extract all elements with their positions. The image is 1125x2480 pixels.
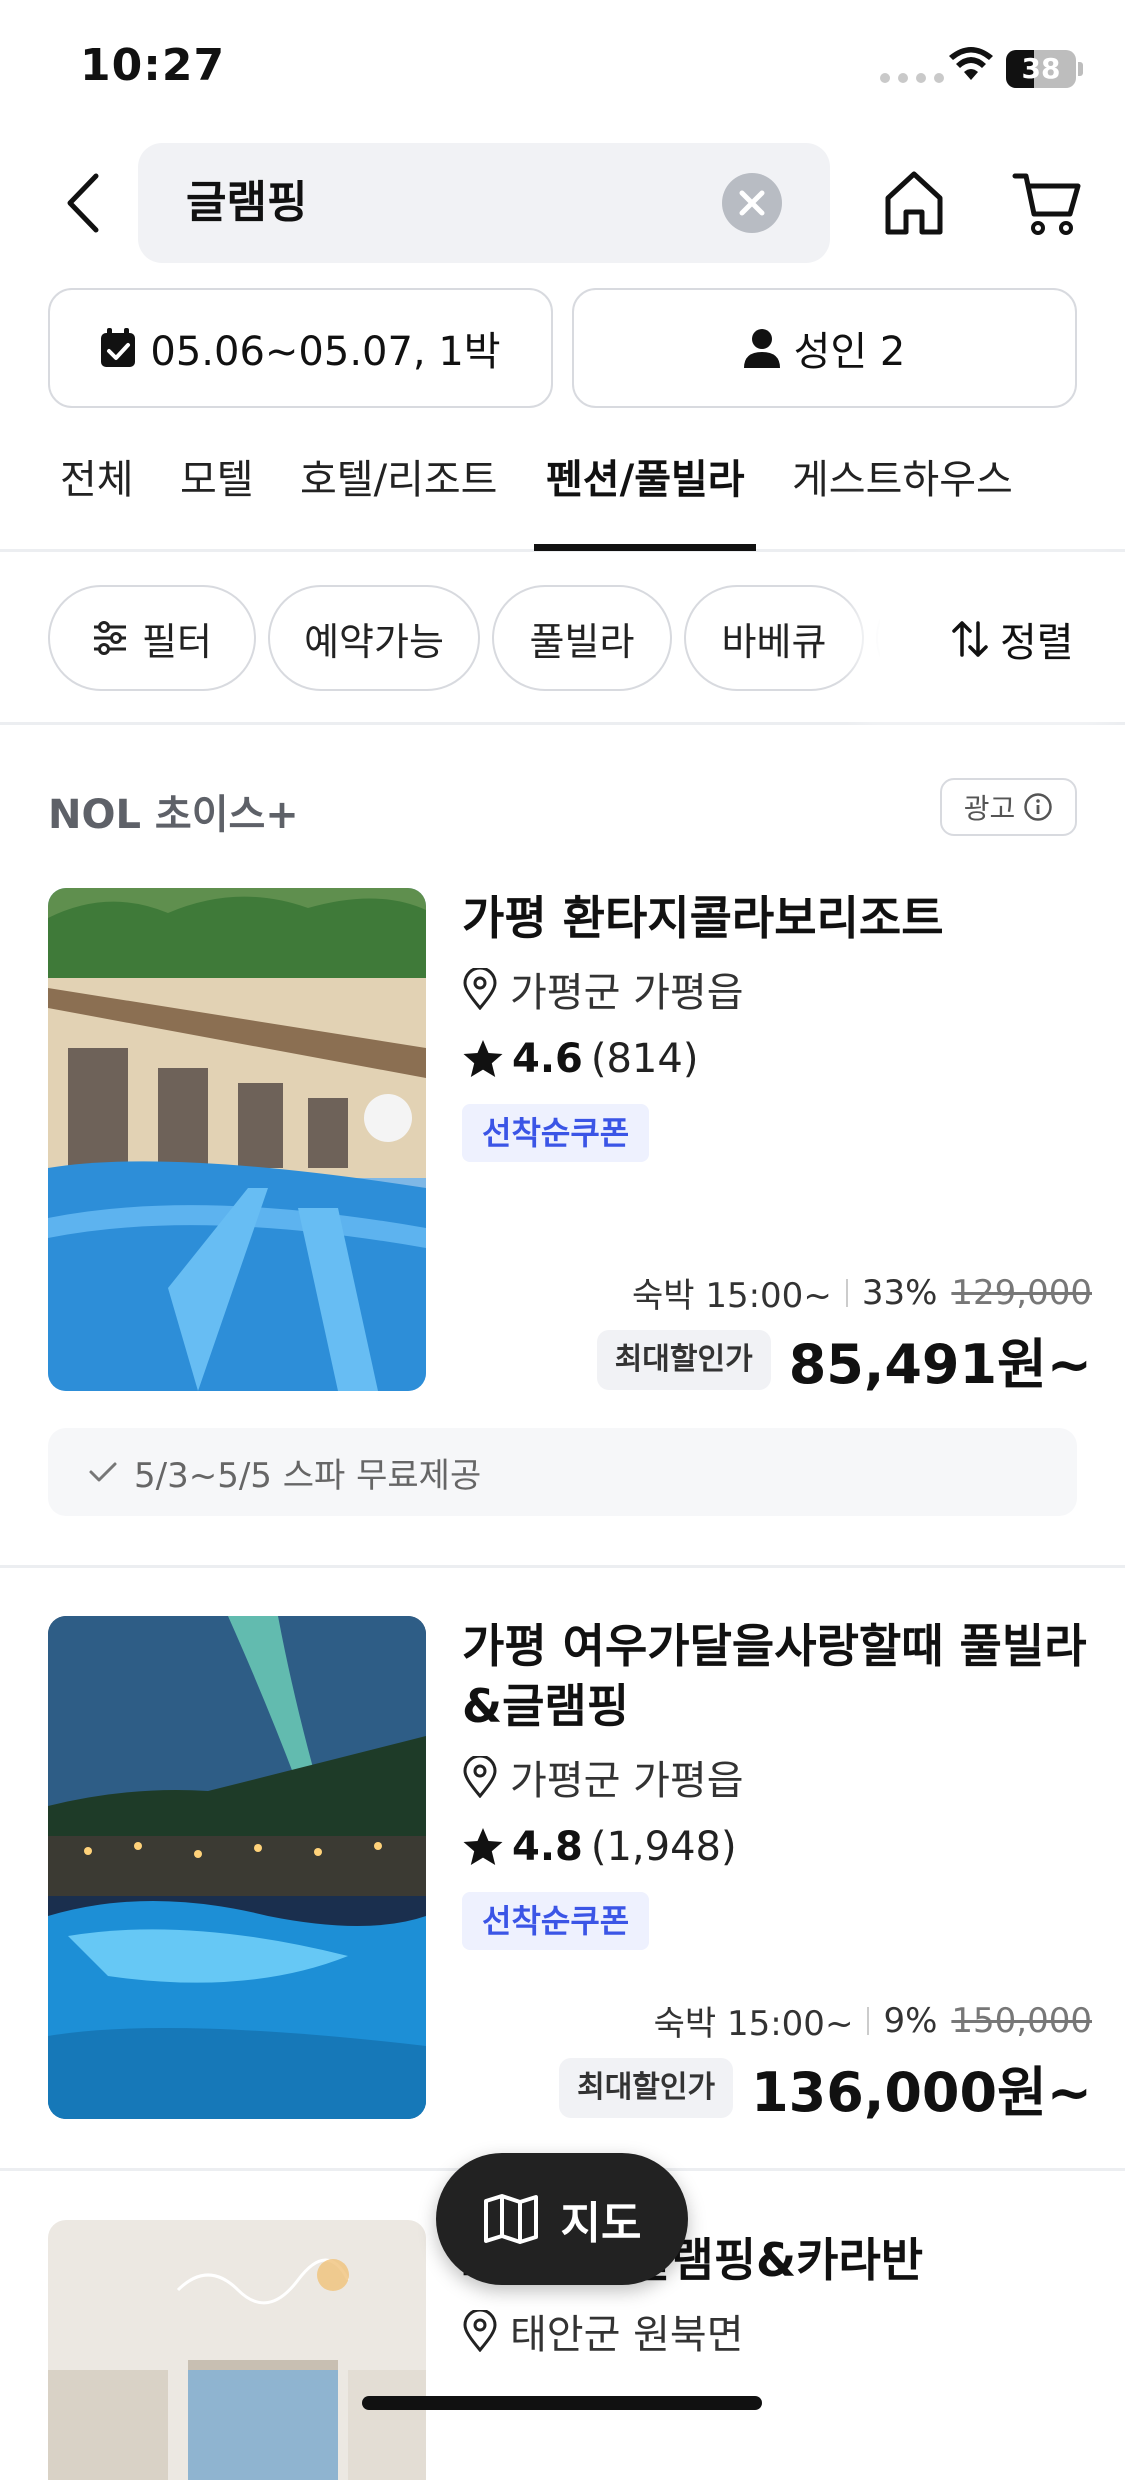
filter-sliders-icon bbox=[94, 621, 127, 655]
listing-location: 가평군 가평읍 bbox=[462, 1752, 1092, 1804]
map-pin-icon bbox=[463, 968, 497, 1010]
listing-card[interactable]: 가평 환타지콜라보리조트 가평군 가평읍 4.6 (814) 선착순쿠폰 숙박 … bbox=[0, 888, 1125, 1408]
max-discount-badge: 최대할인가 bbox=[559, 2057, 734, 2118]
review-count: (814) bbox=[590, 1036, 699, 1082]
search-query: 글램핑 bbox=[186, 177, 308, 228]
star-icon bbox=[463, 1040, 503, 1077]
filter-label: 필터 bbox=[142, 619, 212, 664]
ad-info-button[interactable]: 광고 bbox=[940, 778, 1077, 836]
divider bbox=[0, 1565, 1125, 1568]
filter-button[interactable]: 필터 bbox=[48, 585, 256, 691]
guest-count: 성인 2 bbox=[793, 329, 906, 375]
sort-arrows-icon bbox=[952, 621, 988, 657]
map-view-button[interactable]: 지도 bbox=[436, 2153, 688, 2285]
price-detail: 숙박 15:00~ 33% 129,000 bbox=[632, 1268, 1092, 1317]
rating-score: 4.8 bbox=[512, 1824, 583, 1870]
ad-label: 광고 bbox=[963, 792, 1016, 825]
status-time: 10:27 bbox=[80, 40, 226, 91]
category-tabs: 전체 모텔 호텔/리조트 펜션/풀빌라 게스트하우스 bbox=[0, 440, 1125, 552]
clear-search-button[interactable] bbox=[722, 173, 782, 233]
section-title: NOL 초이스+ bbox=[48, 792, 299, 838]
location-text: 가평군 가평읍 bbox=[510, 1758, 744, 1804]
map-pin-icon bbox=[463, 2310, 497, 2352]
listing-rating: 4.8 (1,948) bbox=[462, 1822, 1092, 1872]
tab-motel[interactable]: 모텔 bbox=[180, 440, 254, 552]
cellular-signal-icon bbox=[880, 73, 944, 83]
sort-label: 정렬 bbox=[1000, 620, 1074, 666]
checkin-time: 숙박 15:00~ bbox=[631, 1276, 832, 1316]
original-price: 150,000 bbox=[951, 2000, 1092, 2041]
tab-guesthouse[interactable]: 게스트하우스 bbox=[792, 440, 1013, 552]
location-text: 태안군 원북면 bbox=[510, 2312, 744, 2358]
check-icon bbox=[89, 1462, 117, 1482]
coupon-badge: 선착순쿠폰 bbox=[462, 1104, 650, 1162]
listing-location: 태안군 원북면 bbox=[462, 2306, 1092, 2358]
max-discount-badge: 최대할인가 bbox=[596, 1329, 771, 1390]
listing-rating: 4.6 (814) bbox=[462, 1034, 1092, 1084]
review-count: (1,948) bbox=[590, 1824, 737, 1870]
chevron-left-icon bbox=[67, 173, 99, 233]
status-bar: 10:27 38 bbox=[0, 0, 1125, 140]
star-icon bbox=[463, 1828, 503, 1865]
chip-bbq[interactable]: 바베큐 bbox=[684, 585, 864, 691]
search-input[interactable]: 글램핑 bbox=[138, 143, 830, 263]
filter-bar: 필터 예약가능 풀빌라 바베큐 정렬 bbox=[0, 565, 1125, 725]
wifi-icon bbox=[948, 46, 994, 86]
location-text: 가평군 가평읍 bbox=[510, 970, 744, 1016]
notice-text: 5/3~5/5 스파 무료제공 bbox=[134, 1455, 482, 1496]
guest-selector[interactable]: 성인 2 bbox=[572, 288, 1077, 408]
info-icon bbox=[1024, 793, 1053, 821]
final-price: 85,491원~ bbox=[788, 1333, 1092, 1396]
original-price: 129,000 bbox=[951, 1272, 1092, 1313]
listing-photo bbox=[48, 888, 426, 1391]
calendar-icon bbox=[101, 328, 136, 367]
home-indicator bbox=[362, 2396, 762, 2410]
price-detail: 숙박 15:00~ 9% 150,000 bbox=[654, 1996, 1092, 2045]
final-price-row: 최대할인가 136,000원~ bbox=[559, 2048, 1092, 2127]
tab-pension-poolvilla[interactable]: 펜션/풀빌라 bbox=[546, 440, 745, 552]
listing-photo bbox=[48, 2220, 426, 2480]
cart-button[interactable] bbox=[1012, 168, 1082, 238]
listing-location: 가평군 가평읍 bbox=[462, 964, 1092, 1016]
map-label: 지도 bbox=[560, 2198, 642, 2249]
chip-available[interactable]: 예약가능 bbox=[268, 585, 480, 691]
listing-photo bbox=[48, 1616, 426, 2119]
listing-notice: 5/3~5/5 스파 무료제공 bbox=[48, 1428, 1077, 1516]
battery-icon: 38 bbox=[1006, 50, 1076, 88]
person-icon bbox=[743, 329, 780, 368]
back-button[interactable] bbox=[52, 168, 112, 238]
tab-hotel-resort[interactable]: 호텔/리조트 bbox=[300, 440, 497, 552]
discount-rate: 33% bbox=[861, 1272, 938, 1313]
sort-button[interactable]: 정렬 bbox=[950, 609, 1074, 669]
battery-level: 38 bbox=[1021, 52, 1061, 85]
discount-rate: 9% bbox=[883, 2000, 938, 2041]
date-range: 05.06~05.07, 1박 bbox=[150, 329, 501, 375]
final-price-row: 최대할인가 85,491원~ bbox=[596, 1320, 1092, 1399]
date-selector[interactable]: 05.06~05.07, 1박 bbox=[48, 288, 553, 408]
tab-all[interactable]: 전체 bbox=[60, 440, 134, 552]
map-pin-icon bbox=[463, 1756, 497, 1798]
listing-name: 가평 여우가달을사랑할때 풀빌라 &글램핑 bbox=[462, 1619, 1087, 1733]
home-button[interactable] bbox=[880, 168, 948, 238]
chip-poolvilla[interactable]: 풀빌라 bbox=[492, 585, 672, 691]
map-icon bbox=[483, 2194, 538, 2244]
cart-icon bbox=[1012, 173, 1081, 235]
close-icon bbox=[739, 190, 765, 216]
rating-score: 4.6 bbox=[512, 1036, 583, 1082]
checkin-time: 숙박 15:00~ bbox=[653, 2004, 854, 2044]
listing-card[interactable]: 가평 여우가달을사랑할때 풀빌라 &글램핑 가평군 가평읍 4.8 (1,948… bbox=[0, 1616, 1125, 2136]
listing-name: 가평 환타지콜라보리조트 bbox=[462, 891, 944, 945]
home-icon bbox=[885, 171, 943, 235]
final-price: 136,000원~ bbox=[751, 2061, 1092, 2124]
coupon-badge: 선착순쿠폰 bbox=[462, 1892, 650, 1950]
active-tab-indicator bbox=[534, 544, 756, 551]
